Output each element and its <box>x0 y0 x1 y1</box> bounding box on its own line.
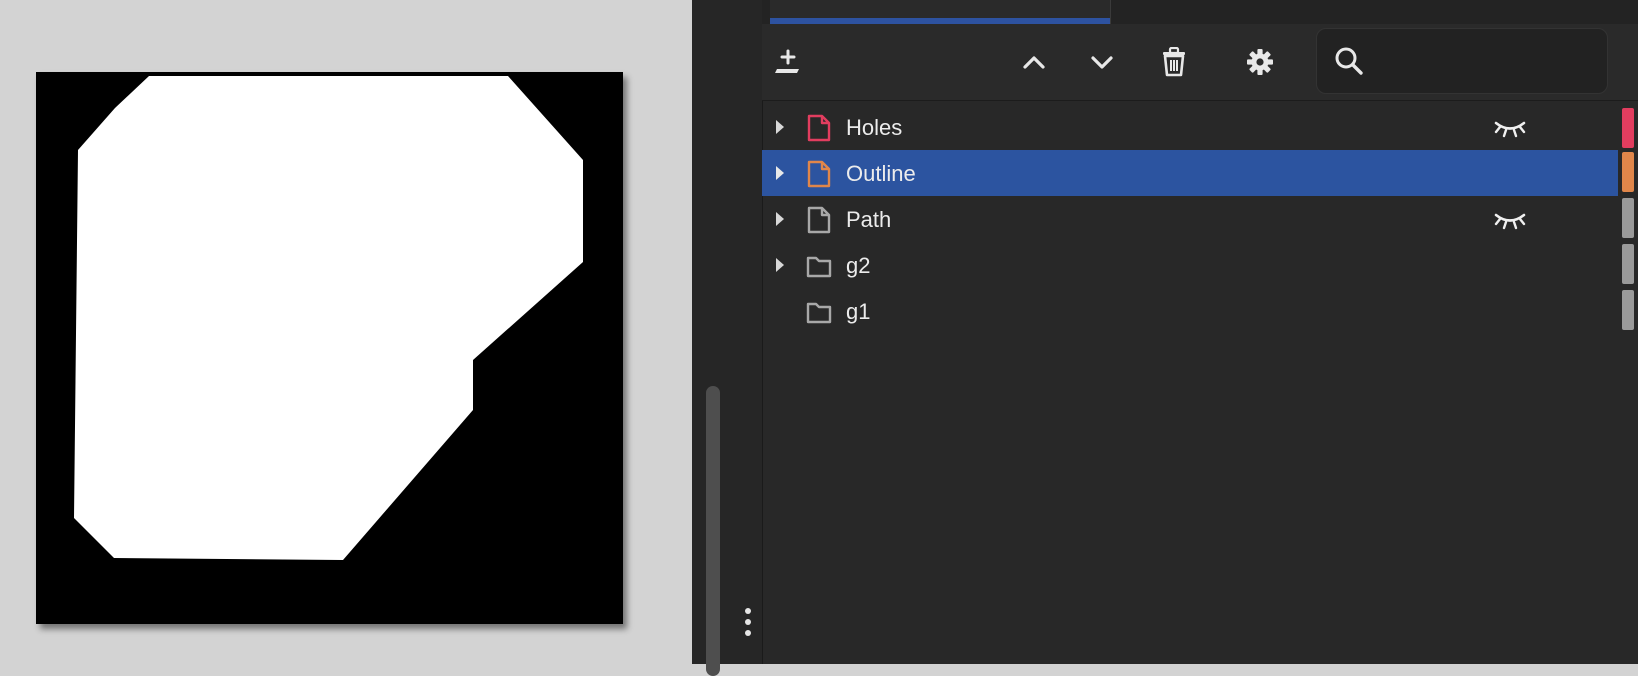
disclosure-triangle-icon[interactable] <box>774 119 786 135</box>
layer-row-outline[interactable]: Outline <box>762 150 1618 196</box>
eye-closed-icon[interactable] <box>1492 116 1528 138</box>
layer-label: g2 <box>846 253 871 278</box>
tab-divider <box>1110 0 1111 24</box>
search-icon <box>1335 47 1363 75</box>
panel-tabbar <box>762 0 1638 24</box>
layer-label: Outline <box>846 161 916 186</box>
layer-color-tag <box>1622 244 1634 284</box>
trash-icon <box>1163 47 1185 77</box>
layer-list: Holes Outline Path g2 g1 <box>762 104 1638 664</box>
outline-shape[interactable] <box>36 72 623 624</box>
layer-label: Path <box>846 207 892 232</box>
settings-button[interactable] <box>1238 40 1282 84</box>
chevron-up-icon <box>1023 56 1045 69</box>
layer-row-path[interactable]: Path <box>762 196 1618 242</box>
layer-row-g1[interactable]: g1 <box>762 288 1618 334</box>
folder-icon <box>806 302 832 324</box>
disclosure-triangle-icon[interactable] <box>774 211 786 227</box>
canvas-area[interactable] <box>0 0 692 664</box>
layers-toolbar <box>762 24 1638 101</box>
add-layer-icon <box>775 49 799 73</box>
move-down-button[interactable] <box>1080 40 1124 84</box>
layer-color-tag <box>1622 290 1634 330</box>
layers-panel: Holes Outline Path g2 g1 <box>692 0 1638 676</box>
layer-label: Holes <box>846 115 903 140</box>
artboard[interactable] <box>36 72 623 624</box>
folder-icon <box>806 256 832 278</box>
eye-closed-icon[interactable] <box>1492 208 1528 230</box>
chevron-down-icon <box>1091 56 1113 69</box>
layer-color-tag <box>1622 198 1634 238</box>
path-layer-icon <box>807 114 831 142</box>
add-layer-button[interactable] <box>766 40 810 84</box>
layer-color-tag <box>1622 152 1634 192</box>
layer-row-holes[interactable]: Holes <box>762 104 1618 150</box>
disclosure-triangle-icon[interactable] <box>774 257 786 273</box>
path-layer-icon <box>807 206 831 234</box>
disclosure-triangle-icon[interactable] <box>774 165 786 181</box>
layer-label: g1 <box>846 299 871 324</box>
delete-layer-button[interactable] <box>1152 40 1196 84</box>
search-input[interactable] <box>1373 41 1597 83</box>
layer-row-g2[interactable]: g2 <box>762 242 1618 288</box>
search-field[interactable] <box>1316 28 1608 94</box>
panel-grip-icon[interactable] <box>692 608 762 638</box>
gear-icon <box>1247 49 1273 75</box>
panel-gutter <box>692 0 763 676</box>
layer-color-tag <box>1622 108 1634 148</box>
move-up-button[interactable] <box>1012 40 1056 84</box>
path-layer-icon <box>807 160 831 188</box>
